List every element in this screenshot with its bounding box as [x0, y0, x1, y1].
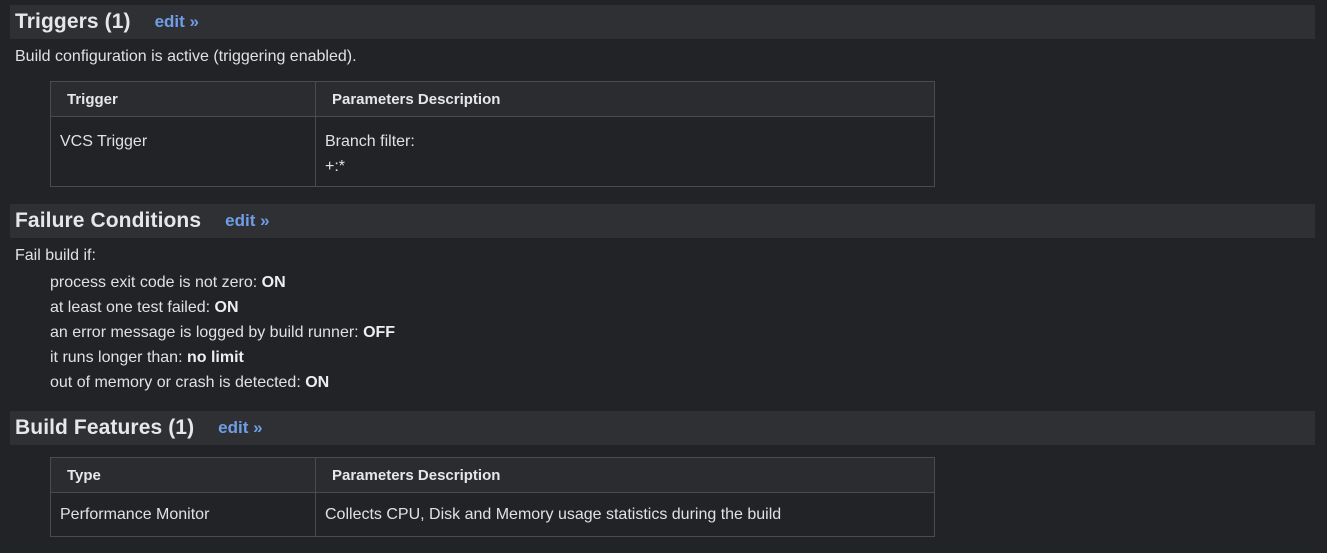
branch-filter-label: Branch filter:: [325, 133, 415, 150]
list-item: it runs longer than: no limit: [50, 345, 395, 370]
condition-value: ON: [305, 374, 330, 391]
build-features-header: Build Features (1) edit »: [10, 411, 1315, 445]
condition-value: no limit: [186, 349, 244, 366]
branch-filter-value: +:*: [325, 158, 346, 175]
list-item: at least one test failed: ON: [50, 295, 395, 320]
trigger-params-cell: Branch filter: +:*: [315, 116, 935, 187]
build-features-title: Build Features (1): [15, 416, 195, 439]
list-item: out of memory or crash is detected: ON: [50, 370, 395, 395]
list-item: process exit code is not zero: ON: [50, 270, 395, 295]
triggers-edit-link[interactable]: edit »: [155, 12, 199, 32]
triggering-status-text: Build configuration is active (triggerin…: [15, 48, 357, 65]
triggers-title: Triggers (1): [15, 10, 131, 33]
feature-type-cell: Performance Monitor: [50, 492, 316, 537]
column-header-trigger: Trigger: [50, 81, 316, 117]
table-row: VCS Trigger Branch filter: +:*: [50, 116, 935, 187]
column-header-parameters: Parameters Description: [315, 457, 935, 493]
failure-conditions-edit-link[interactable]: edit »: [225, 211, 269, 231]
condition-value: ON: [214, 299, 239, 316]
list-item: an error message is logged by build runn…: [50, 320, 395, 345]
trigger-name-cell: VCS Trigger: [50, 116, 316, 187]
condition-value: ON: [261, 274, 286, 291]
build-features-table: Type Parameters Description Performance …: [50, 457, 935, 537]
triggers-table: Trigger Parameters Description VCS Trigg…: [50, 81, 935, 187]
fail-build-intro: Fail build if:: [15, 247, 96, 264]
table-header-row: Type Parameters Description: [50, 457, 935, 493]
table-row: Performance Monitor Collects CPU, Disk a…: [50, 492, 935, 537]
condition-value: OFF: [363, 324, 396, 341]
condition-label: an error message is logged by build runn…: [50, 324, 364, 341]
condition-label: process exit code is not zero:: [50, 274, 262, 291]
column-header-type: Type: [50, 457, 316, 493]
build-configuration-page: Triggers (1) edit » Build configuration …: [0, 0, 1327, 553]
column-header-parameters: Parameters Description: [315, 81, 935, 117]
feature-params-cell: Collects CPU, Disk and Memory usage stat…: [315, 492, 935, 537]
failure-conditions-title: Failure Conditions: [15, 209, 202, 232]
condition-label: at least one test failed:: [50, 299, 215, 316]
table-header-row: Trigger Parameters Description: [50, 81, 935, 117]
condition-label: it runs longer than:: [50, 349, 187, 366]
failure-conditions-list: process exit code is not zero: ON at lea…: [50, 270, 395, 395]
failure-conditions-header: Failure Conditions edit »: [10, 204, 1315, 238]
triggers-header: Triggers (1) edit »: [10, 5, 1315, 39]
build-features-edit-link[interactable]: edit »: [218, 418, 262, 438]
condition-label: out of memory or crash is detected:: [50, 374, 306, 391]
